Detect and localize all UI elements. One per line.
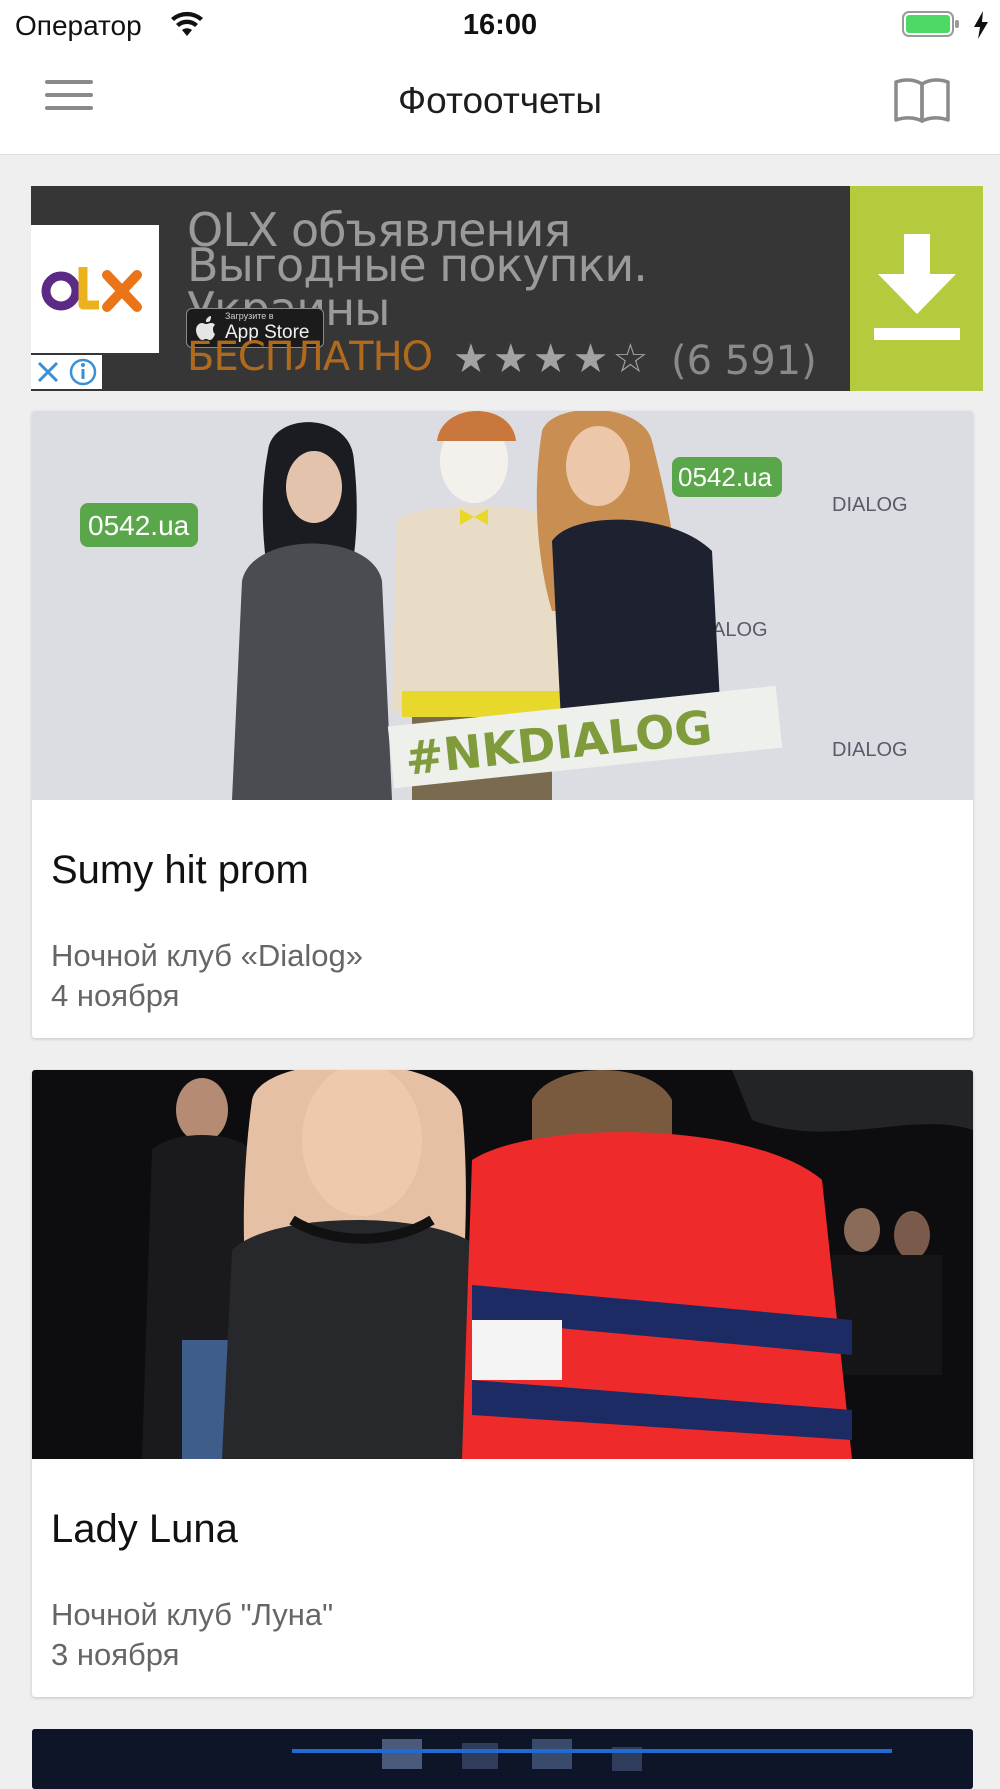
- ad-close-button[interactable]: [31, 355, 65, 389]
- report-photo: 0542.ua 0542.ua DIALOG DIALOG DIALOG #NK…: [32, 411, 973, 800]
- photo-report-card[interactable]: 0542.ua 0542.ua DIALOG DIALOG DIALOG #NK…: [32, 411, 973, 1038]
- rating-stars: ★★★★☆: [453, 337, 653, 381]
- report-venue: Ночной клуб «Dialog»: [51, 938, 363, 973]
- report-date: 4 ноября: [51, 978, 180, 1013]
- report-title: Lady Luna: [51, 1507, 238, 1551]
- ad-price: БЕСПЛАТНО: [187, 334, 433, 380]
- ad-download-button[interactable]: [850, 186, 983, 391]
- olx-logo: [31, 225, 159, 353]
- report-venue: Ночной клуб "Луна": [51, 1597, 334, 1632]
- info-icon: [69, 358, 97, 386]
- rating-count: (6 591): [671, 338, 817, 384]
- report-photo: [32, 1070, 973, 1459]
- ad-info-button[interactable]: [65, 355, 102, 389]
- battery-icon: [902, 11, 959, 37]
- photo-report-card[interactable]: Lady Luna Ночной клуб "Луна" 3 ноября: [32, 1070, 973, 1697]
- report-photo: [32, 1729, 973, 1789]
- charging-bolt-icon: [974, 11, 988, 39]
- press-wall-logo: DIALOG: [832, 739, 908, 761]
- press-wall-logo: 0542.ua: [88, 510, 190, 541]
- status-bar: Оператор 16:00: [0, 0, 1000, 52]
- download-arrow-icon: [874, 234, 960, 340]
- navigation-bar: Фотоотчеты: [0, 52, 1000, 155]
- press-wall-logo: DIALOG: [832, 494, 908, 516]
- ad-banner[interactable]: OLX объявления Выгодные покупки. Украины…: [31, 186, 983, 391]
- page-title: Фотоотчеты: [398, 80, 602, 121]
- app-store-caption: Загрузите в: [225, 311, 274, 321]
- press-wall-logo: 0542.ua: [678, 462, 773, 492]
- photo-report-card[interactable]: [32, 1729, 973, 1789]
- report-title: Sumy hit prom: [51, 848, 309, 892]
- clock: 16:00: [462, 9, 538, 41]
- report-date: 3 ноября: [51, 1637, 180, 1672]
- close-icon: [37, 361, 59, 383]
- book-icon[interactable]: [892, 74, 952, 124]
